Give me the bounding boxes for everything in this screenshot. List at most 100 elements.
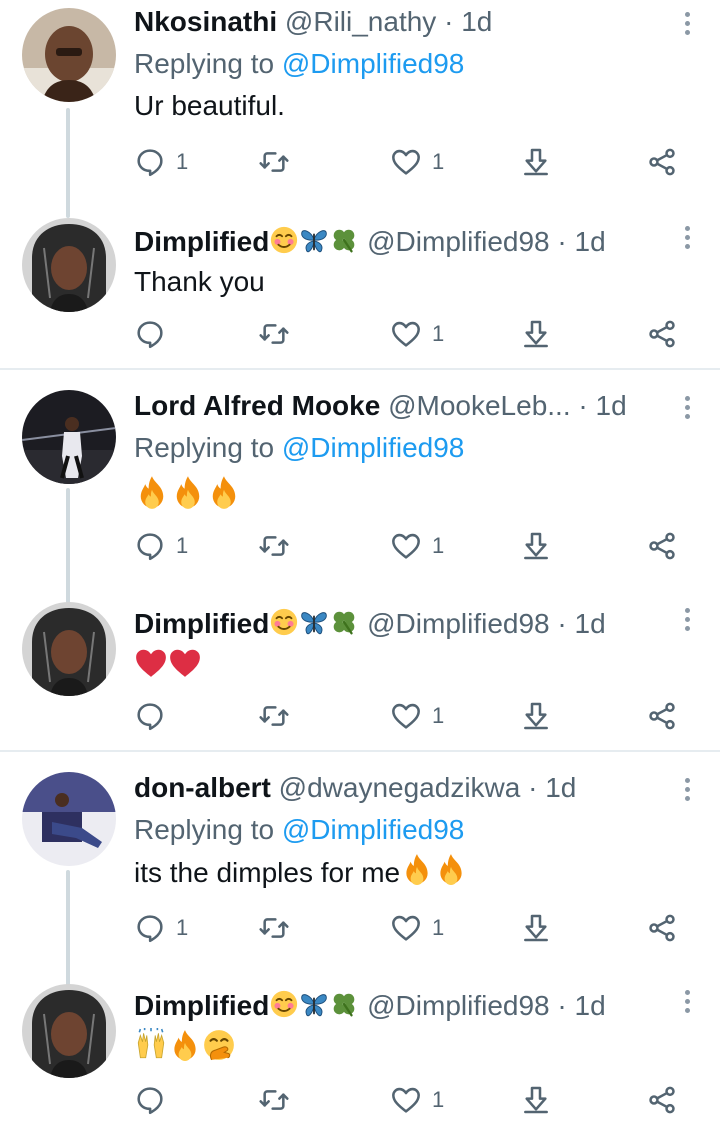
tweet-header: Dimplified @Dimplified98 · 1d	[134, 988, 680, 1024]
more-options-icon[interactable]	[682, 778, 692, 810]
share-button[interactable]	[646, 142, 678, 182]
display-name[interactable]: Nkosinathi	[134, 6, 277, 37]
display-name[interactable]: Dimplified	[134, 226, 269, 257]
tweet-header: don-albert @dwaynegadzikwa · 1d	[134, 770, 680, 806]
retweet-button[interactable]	[258, 908, 290, 948]
like-button[interactable]: 1	[390, 696, 444, 736]
retweet-button[interactable]	[258, 1080, 290, 1120]
tweet-nkosinathi[interactable]: Nkosinathi @Rili_nathy · 1d Replying to …	[0, 0, 720, 218]
like-button[interactable]: 1	[390, 142, 444, 182]
share-button[interactable]	[646, 696, 678, 736]
blush-emoji-icon	[269, 989, 299, 1019]
retweet-button[interactable]	[258, 696, 290, 736]
heart-icon	[390, 146, 422, 178]
like-count: 1	[432, 149, 445, 174]
tweet-dimplified-reply-3[interactable]: Dimplified @Dimplified98 · 1d 1	[0, 976, 720, 1126]
hand-over-mouth-emoji-icon	[202, 1028, 236, 1062]
reply-button[interactable]	[134, 314, 176, 354]
user-handle[interactable]: @Dimplified98	[367, 608, 550, 639]
avatar[interactable]	[22, 602, 116, 696]
tweet-header: Dimplified @Dimplified98 · 1d	[134, 224, 680, 260]
mention-link[interactable]: @Dimplified98	[282, 432, 465, 463]
retweet-button[interactable]	[258, 142, 290, 182]
user-handle[interactable]: @MookeLeb...	[388, 390, 571, 421]
tweet-dimplified-reply-1[interactable]: Dimplified @Dimplified98 · 1d Thank you …	[0, 210, 720, 370]
download-button[interactable]	[520, 142, 552, 182]
heart-icon	[390, 530, 422, 562]
like-button[interactable]: 1	[390, 908, 444, 948]
fire-emoji-icon	[206, 474, 242, 510]
display-name[interactable]: Dimplified	[134, 990, 269, 1021]
fire-emoji-icon	[134, 474, 170, 510]
timestamp[interactable]: 1d	[575, 990, 606, 1021]
thread-line	[66, 870, 70, 986]
user-handle[interactable]: @Rili_nathy	[285, 6, 436, 37]
display-name[interactable]: Dimplified	[134, 608, 269, 639]
timestamp[interactable]: 1d	[545, 772, 576, 803]
reply-button[interactable]	[134, 1080, 176, 1120]
more-options-icon[interactable]	[682, 396, 692, 428]
user-handle[interactable]: @dwaynegadzikwa	[279, 772, 521, 803]
tweet-header: Lord Alfred Mooke @MookeLeb... · 1d	[134, 388, 680, 424]
butterfly-emoji-icon	[299, 225, 329, 255]
mention-link[interactable]: @Dimplified98	[282, 814, 465, 845]
tweet-text: Thank you	[134, 266, 265, 297]
share-icon	[646, 912, 678, 944]
user-handle[interactable]: @Dimplified98	[367, 226, 550, 257]
more-options-icon[interactable]	[682, 12, 692, 44]
timestamp[interactable]: 1d	[461, 6, 492, 37]
retweet-button[interactable]	[258, 526, 290, 566]
action-bar: 1 1	[134, 908, 696, 948]
thread-line	[66, 108, 70, 218]
tweet-lord-alfred-mooke[interactable]: Lord Alfred Mooke @MookeLeb... · 1d Repl…	[0, 384, 720, 604]
like-button[interactable]: 1	[390, 1080, 444, 1120]
avatar[interactable]	[22, 772, 116, 866]
reply-icon	[134, 530, 166, 562]
tweet-don-albert[interactable]: don-albert @dwaynegadzikwa · 1d Replying…	[0, 766, 720, 986]
more-options-icon[interactable]	[682, 226, 692, 258]
download-button[interactable]	[520, 696, 552, 736]
display-name[interactable]: don-albert	[134, 772, 271, 803]
timestamp[interactable]: 1d	[596, 390, 627, 421]
share-button[interactable]	[646, 526, 678, 566]
mention-link[interactable]: @Dimplified98	[282, 48, 465, 79]
timestamp[interactable]: 1d	[575, 608, 606, 639]
tweet-dimplified-reply-2[interactable]: Dimplified @Dimplified98 · 1d 1	[0, 594, 720, 750]
tweet-header: Nkosinathi @Rili_nathy · 1d	[134, 4, 680, 40]
share-button[interactable]	[646, 908, 678, 948]
reply-button[interactable]: 1	[134, 908, 188, 948]
download-icon	[520, 700, 552, 732]
separator-dot: ·	[557, 990, 567, 1021]
reply-count: 1	[176, 149, 189, 174]
avatar[interactable]	[22, 390, 116, 484]
download-button[interactable]	[520, 908, 552, 948]
download-button[interactable]	[520, 1080, 552, 1120]
action-bar: 1	[134, 1080, 696, 1120]
like-count: 1	[432, 533, 445, 558]
reply-button[interactable]: 1	[134, 526, 188, 566]
download-button[interactable]	[520, 526, 552, 566]
retweet-button[interactable]	[258, 314, 290, 354]
like-button[interactable]: 1	[390, 314, 444, 354]
more-options-icon[interactable]	[682, 608, 692, 640]
heart-icon	[390, 912, 422, 944]
tweet-text: Ur beautiful.	[134, 90, 285, 121]
avatar[interactable]	[22, 8, 116, 102]
download-icon	[520, 912, 552, 944]
conversation-divider	[0, 750, 720, 752]
share-button[interactable]	[646, 314, 678, 354]
display-name[interactable]: Lord Alfred Mooke	[134, 390, 380, 421]
more-options-icon[interactable]	[682, 990, 692, 1022]
avatar[interactable]	[22, 984, 116, 1078]
reply-button[interactable]	[134, 696, 176, 736]
blush-emoji-icon	[269, 225, 299, 255]
user-handle[interactable]: @Dimplified98	[367, 990, 550, 1021]
download-button[interactable]	[520, 314, 552, 354]
conversation-divider	[0, 368, 720, 370]
share-button[interactable]	[646, 1080, 678, 1120]
reply-button[interactable]: 1	[134, 142, 188, 182]
timestamp[interactable]: 1d	[575, 226, 606, 257]
like-button[interactable]: 1	[390, 526, 444, 566]
red-heart-emoji-icon	[134, 646, 168, 680]
avatar[interactable]	[22, 218, 116, 312]
